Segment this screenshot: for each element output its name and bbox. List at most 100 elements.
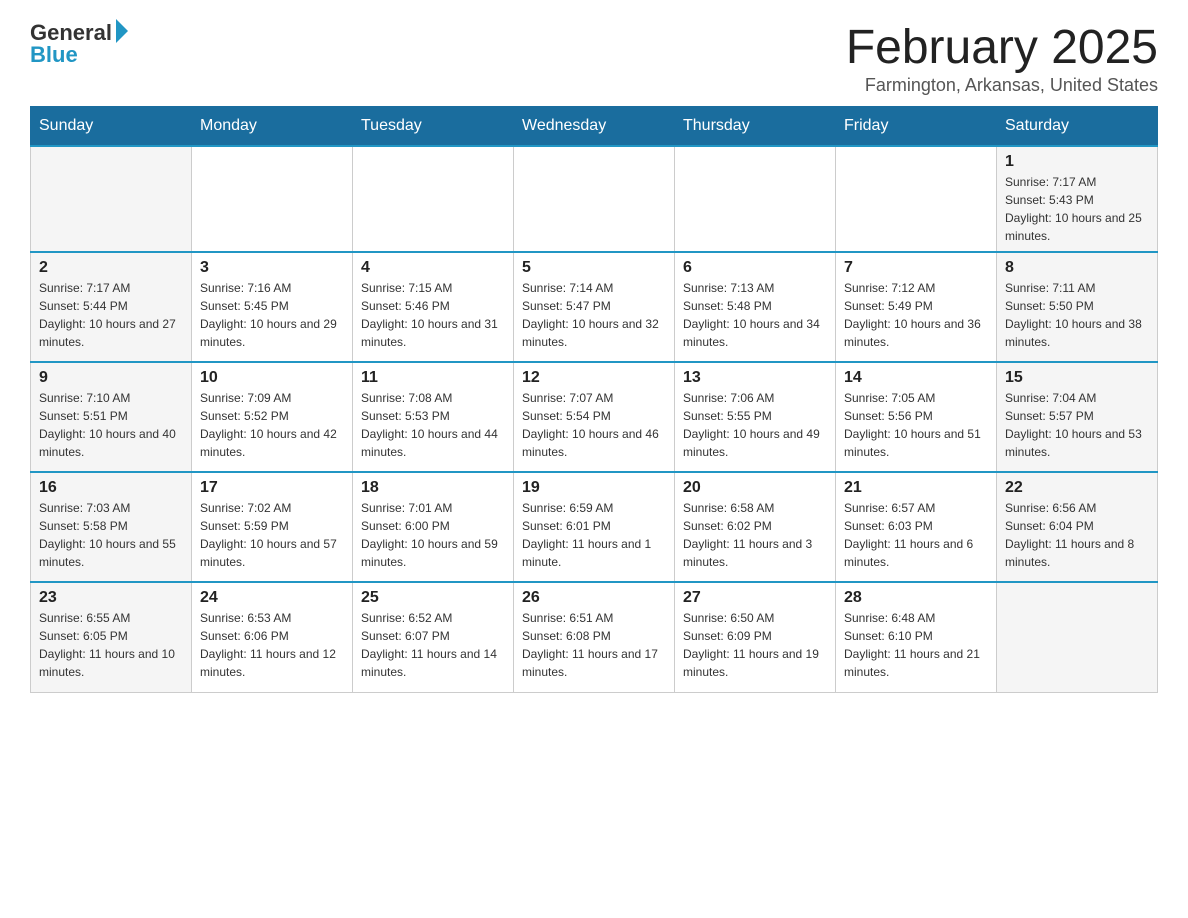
header-row: Sunday Monday Tuesday Wednesday Thursday…	[31, 107, 1158, 147]
sun-info: Sunrise: 6:57 AMSunset: 6:03 PMDaylight:…	[844, 499, 988, 571]
calendar-table: Sunday Monday Tuesday Wednesday Thursday…	[30, 106, 1158, 693]
sun-info: Sunrise: 6:51 AMSunset: 6:08 PMDaylight:…	[522, 609, 666, 681]
day-number: 15	[1005, 369, 1149, 387]
calendar-cell: 17 Sunrise: 7:02 AMSunset: 5:59 PMDayligh…	[192, 472, 353, 582]
sun-info: Sunrise: 6:56 AMSunset: 6:04 PMDaylight:…	[1005, 499, 1149, 571]
calendar-cell: 3 Sunrise: 7:16 AMSunset: 5:45 PMDaylight…	[192, 252, 353, 362]
col-friday: Friday	[836, 107, 997, 147]
calendar-cell	[997, 582, 1158, 692]
sun-info: Sunrise: 7:04 AMSunset: 5:57 PMDaylight:…	[1005, 389, 1149, 461]
sun-info: Sunrise: 7:01 AMSunset: 6:00 PMDaylight:…	[361, 499, 505, 571]
day-number: 28	[844, 589, 988, 607]
sun-info: Sunrise: 7:03 AMSunset: 5:58 PMDaylight:…	[39, 499, 183, 571]
calendar-cell: 21Sunrise: 6:57 AMSunset: 6:03 PMDayligh…	[836, 472, 997, 582]
day-number: 2	[39, 259, 183, 277]
month-title: February 2025	[846, 20, 1158, 75]
day-number: 25	[361, 589, 505, 607]
day-number: 1	[1005, 153, 1149, 171]
sun-info: Sunrise: 7:15 AMSunset: 5:46 PMDaylight:…	[361, 279, 505, 351]
sun-info: Sunrise: 6:55 AMSunset: 6:05 PMDaylight:…	[39, 609, 183, 681]
sun-info: Sunrise: 6:53 AMSunset: 6:06 PMDaylight:…	[200, 609, 344, 681]
calendar-body: 1 Sunrise: 7:17 AMSunset: 5:43 PMDaylight…	[31, 146, 1158, 692]
calendar-cell: 18 Sunrise: 7:01 AMSunset: 6:00 PMDayligh…	[353, 472, 514, 582]
sun-info: Sunrise: 6:58 AMSunset: 6:02 PMDaylight:…	[683, 499, 827, 571]
title-section: February 2025 Farmington, Arkansas, Unit…	[846, 20, 1158, 96]
day-number: 19	[522, 479, 666, 497]
day-number: 13	[683, 369, 827, 387]
col-saturday: Saturday	[997, 107, 1158, 147]
calendar-cell: 22 Sunrise: 6:56 AMSunset: 6:04 PMDayligh…	[997, 472, 1158, 582]
calendar-cell: 23 Sunrise: 6:55 AMSunset: 6:05 PMDayligh…	[31, 582, 192, 692]
calendar-cell: 10 Sunrise: 7:09 AMSunset: 5:52 PMDayligh…	[192, 362, 353, 472]
calendar-week-row: 9 Sunrise: 7:10 AMSunset: 5:51 PMDaylight…	[31, 362, 1158, 472]
day-number: 10	[200, 369, 344, 387]
calendar-cell: 13 Sunrise: 7:06 AMSunset: 5:55 PMDayligh…	[675, 362, 836, 472]
day-number: 23	[39, 589, 183, 607]
page-header: General Blue February 2025 Farmington, A…	[30, 20, 1158, 96]
calendar-week-row: 1 Sunrise: 7:17 AMSunset: 5:43 PMDaylight…	[31, 146, 1158, 252]
calendar-cell: 20 Sunrise: 6:58 AMSunset: 6:02 PMDayligh…	[675, 472, 836, 582]
sun-info: Sunrise: 7:06 AMSunset: 5:55 PMDaylight:…	[683, 389, 827, 461]
day-number: 9	[39, 369, 183, 387]
day-number: 17	[200, 479, 344, 497]
day-number: 18	[361, 479, 505, 497]
calendar-header: Sunday Monday Tuesday Wednesday Thursday…	[31, 107, 1158, 147]
col-wednesday: Wednesday	[514, 107, 675, 147]
calendar-cell: 2Sunrise: 7:17 AMSunset: 5:44 PMDaylight…	[31, 252, 192, 362]
day-number: 14	[844, 369, 988, 387]
calendar-week-row: 23 Sunrise: 6:55 AMSunset: 6:05 PMDayligh…	[31, 582, 1158, 692]
calendar-cell	[31, 146, 192, 252]
day-number: 7	[844, 259, 988, 277]
col-sunday: Sunday	[31, 107, 192, 147]
day-number: 6	[683, 259, 827, 277]
sun-info: Sunrise: 7:13 AMSunset: 5:48 PMDaylight:…	[683, 279, 827, 351]
sun-info: Sunrise: 7:08 AMSunset: 5:53 PMDaylight:…	[361, 389, 505, 461]
day-number: 20	[683, 479, 827, 497]
sun-info: Sunrise: 7:07 AMSunset: 5:54 PMDaylight:…	[522, 389, 666, 461]
col-thursday: Thursday	[675, 107, 836, 147]
sun-info: Sunrise: 6:52 AMSunset: 6:07 PMDaylight:…	[361, 609, 505, 681]
sun-info: Sunrise: 7:10 AMSunset: 5:51 PMDaylight:…	[39, 389, 183, 461]
calendar-week-row: 16Sunrise: 7:03 AMSunset: 5:58 PMDayligh…	[31, 472, 1158, 582]
sun-info: Sunrise: 6:50 AMSunset: 6:09 PMDaylight:…	[683, 609, 827, 681]
calendar-cell: 14 Sunrise: 7:05 AMSunset: 5:56 PMDayligh…	[836, 362, 997, 472]
logo: General Blue	[30, 20, 128, 68]
day-number: 5	[522, 259, 666, 277]
sun-info: Sunrise: 7:05 AMSunset: 5:56 PMDaylight:…	[844, 389, 988, 461]
calendar-week-row: 2Sunrise: 7:17 AMSunset: 5:44 PMDaylight…	[31, 252, 1158, 362]
calendar-cell: 12 Sunrise: 7:07 AMSunset: 5:54 PMDayligh…	[514, 362, 675, 472]
calendar-cell: 24Sunrise: 6:53 AMSunset: 6:06 PMDayligh…	[192, 582, 353, 692]
calendar-cell: 6 Sunrise: 7:13 AMSunset: 5:48 PMDaylight…	[675, 252, 836, 362]
sun-info: Sunrise: 6:48 AMSunset: 6:10 PMDaylight:…	[844, 609, 988, 681]
day-number: 12	[522, 369, 666, 387]
logo-triangle-icon	[116, 19, 128, 43]
calendar-cell: 19 Sunrise: 6:59 AMSunset: 6:01 PMDayligh…	[514, 472, 675, 582]
calendar-cell: 1 Sunrise: 7:17 AMSunset: 5:43 PMDaylight…	[997, 146, 1158, 252]
day-number: 27	[683, 589, 827, 607]
sun-info: Sunrise: 7:16 AMSunset: 5:45 PMDaylight:…	[200, 279, 344, 351]
calendar-cell	[192, 146, 353, 252]
logo-blue-text: Blue	[30, 42, 78, 68]
sun-info: Sunrise: 7:14 AMSunset: 5:47 PMDaylight:…	[522, 279, 666, 351]
day-number: 8	[1005, 259, 1149, 277]
calendar-cell: 26 Sunrise: 6:51 AMSunset: 6:08 PMDayligh…	[514, 582, 675, 692]
calendar-cell	[514, 146, 675, 252]
day-number: 22	[1005, 479, 1149, 497]
calendar-cell: 4Sunrise: 7:15 AMSunset: 5:46 PMDaylight…	[353, 252, 514, 362]
sun-info: Sunrise: 7:17 AMSunset: 5:43 PMDaylight:…	[1005, 173, 1149, 245]
sun-info: Sunrise: 7:02 AMSunset: 5:59 PMDaylight:…	[200, 499, 344, 571]
sun-info: Sunrise: 6:59 AMSunset: 6:01 PMDaylight:…	[522, 499, 666, 571]
sun-info: Sunrise: 7:12 AMSunset: 5:49 PMDaylight:…	[844, 279, 988, 351]
calendar-cell: 9 Sunrise: 7:10 AMSunset: 5:51 PMDaylight…	[31, 362, 192, 472]
calendar-cell: 15 Sunrise: 7:04 AMSunset: 5:57 PMDayligh…	[997, 362, 1158, 472]
calendar-cell: 7 Sunrise: 7:12 AMSunset: 5:49 PMDaylight…	[836, 252, 997, 362]
sun-info: Sunrise: 7:09 AMSunset: 5:52 PMDaylight:…	[200, 389, 344, 461]
calendar-cell: 27 Sunrise: 6:50 AMSunset: 6:09 PMDayligh…	[675, 582, 836, 692]
calendar-cell	[675, 146, 836, 252]
calendar-cell: 28 Sunrise: 6:48 AMSunset: 6:10 PMDayligh…	[836, 582, 997, 692]
day-number: 3	[200, 259, 344, 277]
day-number: 26	[522, 589, 666, 607]
day-number: 11	[361, 369, 505, 387]
calendar-cell	[836, 146, 997, 252]
calendar-cell: 25 Sunrise: 6:52 AMSunset: 6:07 PMDayligh…	[353, 582, 514, 692]
